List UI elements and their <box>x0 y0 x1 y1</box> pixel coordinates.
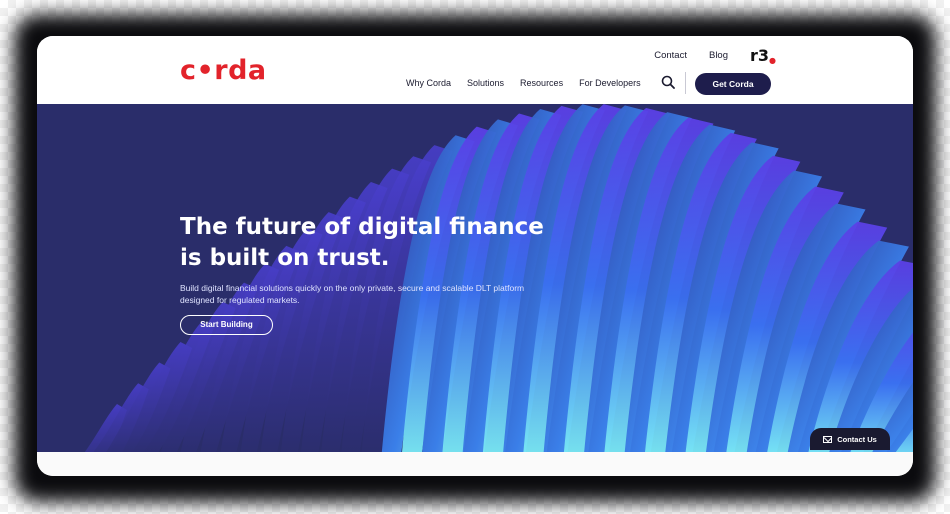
corda-logo[interactable]: c•rda <box>180 56 267 86</box>
utility-links: Contact Blog <box>654 50 728 61</box>
mail-icon <box>823 435 833 443</box>
hero-ribbon-art <box>84 104 913 452</box>
contact-link[interactable]: Contact <box>654 50 687 61</box>
browser-window: c•rda Contact Blog r3● Why Corda Solutio… <box>37 36 913 476</box>
hero-subtitle: Build digital financial solutions quickl… <box>180 283 525 305</box>
header-divider <box>685 72 686 94</box>
hero-fins <box>84 104 913 452</box>
contact-us-label: Contact Us <box>837 434 877 444</box>
r3-logo[interactable]: r3● <box>750 46 776 65</box>
main-nav: Why Corda Solutions Resources For Develo… <box>406 78 641 88</box>
r3-logo-text: r3 <box>750 46 770 65</box>
blog-link[interactable]: Blog <box>709 50 728 61</box>
start-building-button[interactable]: Start Building <box>180 315 273 335</box>
contact-us-button[interactable]: Contact Us <box>810 428 890 450</box>
below-fold-strip <box>37 452 913 476</box>
get-corda-button[interactable]: Get Corda <box>695 73 771 95</box>
hero-section: The future of digital finance is built o… <box>37 104 913 452</box>
nav-solutions[interactable]: Solutions <box>467 78 504 88</box>
hero-title: The future of digital finance is built o… <box>180 214 544 271</box>
nav-resources[interactable]: Resources <box>520 78 563 88</box>
nav-for-developers[interactable]: For Developers <box>579 78 641 88</box>
nav-why-corda[interactable]: Why Corda <box>406 78 451 88</box>
r3-logo-dot: ● <box>769 56 777 65</box>
search-icon[interactable] <box>661 75 675 89</box>
site-header: c•rda Contact Blog r3● Why Corda Solutio… <box>37 36 913 104</box>
